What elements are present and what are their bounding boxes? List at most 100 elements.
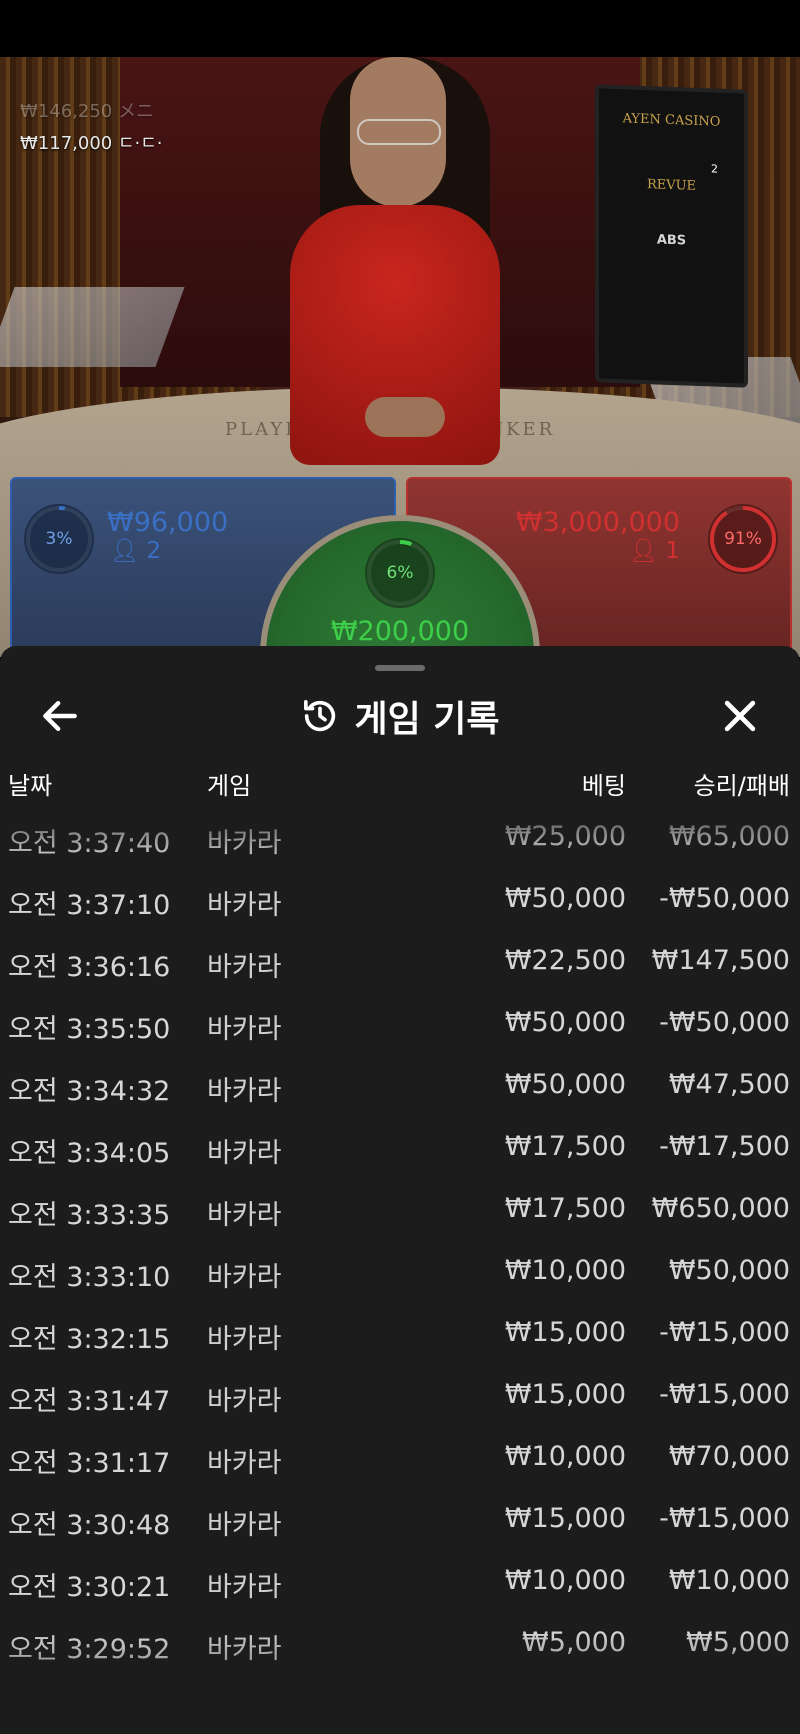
dealer-hands [365, 397, 445, 437]
tie-bet-amount: ₩200,000 [330, 616, 470, 647]
history-time: 오전 3:31:17 [8, 1448, 171, 1479]
history-time: 오전 3:31:47 [8, 1386, 171, 1417]
history-bet: ₩15,000 [504, 1317, 626, 1348]
sponsor-monitor: AYEN CASINO REVUE ABS 2 [595, 84, 748, 388]
history-time: 오전 3:37:40 [8, 828, 171, 859]
history-time: 오전 3:33:35 [8, 1200, 171, 1231]
player-bet-amount: ₩96,000 [107, 507, 229, 538]
banker-bet-amount: ₩3,000,000 [515, 507, 680, 538]
dealer-glasses [357, 119, 441, 145]
history-row[interactable]: 오전 3:30:48 바카라 ₩15,000 -₩15,000 [0, 1503, 800, 1565]
history-game: 바카라 [207, 1076, 282, 1107]
history-result: ₩650,000 [651, 1193, 790, 1224]
history-row[interactable]: 오전 3:37:40 바카라 ₩25,000 ₩65,000 [0, 821, 800, 883]
history-result: -₩50,000 [659, 883, 790, 914]
game-history-sheet: 게임 기록 날짜 게임 베팅 승리/패배 오전 3:37:40 바카라 ₩25,… [0, 646, 800, 1734]
history-row[interactable]: 오전 3:31:47 바카라 ₩15,000 -₩15,000 [0, 1379, 800, 1441]
history-result: ₩50,000 [668, 1255, 790, 1286]
history-game: 바카라 [207, 1324, 282, 1355]
history-bet: ₩25,000 [504, 821, 626, 852]
history-result: ₩5,000 [686, 1627, 790, 1658]
history-result: -₩15,000 [659, 1317, 790, 1348]
history-game: 바카라 [207, 828, 282, 859]
history-row[interactable]: 오전 3:34:05 바카라 ₩17,500 -₩17,500 [0, 1131, 800, 1193]
history-bet: ₩5,000 [522, 1627, 626, 1658]
history-time: 오전 3:33:10 [8, 1262, 171, 1293]
history-game: 바카라 [207, 1138, 282, 1169]
tie-percent-ring: 6% [365, 538, 435, 608]
banker-percent-ring: 91% [708, 504, 778, 574]
overlay-text-faded: ₩146,250 メニ [20, 101, 154, 122]
history-row[interactable]: 오전 3:31:17 바카라 ₩10,000 ₩70,000 [0, 1441, 800, 1503]
history-time: 오전 3:32:15 [8, 1324, 171, 1355]
history-result: -₩15,000 [659, 1503, 790, 1534]
tie-percent: 6% [386, 563, 414, 583]
history-game: 바카라 [207, 1572, 282, 1603]
history-time: 오전 3:30:21 [8, 1572, 171, 1603]
history-row[interactable]: 오전 3:37:10 바카라 ₩50,000 -₩50,000 [0, 883, 800, 945]
user-icon: 👤︎ [628, 538, 659, 564]
history-row[interactable]: 오전 3:33:10 바카라 ₩10,000 ₩50,000 [0, 1255, 800, 1317]
history-row[interactable]: 오전 3:33:35 바카라 ₩17,500 ₩650,000 [0, 1193, 800, 1255]
history-game: 바카라 [207, 952, 282, 983]
column-header-date[interactable]: 날짜 [8, 766, 52, 801]
column-header-result[interactable]: 승리/패배 [694, 766, 790, 801]
player-percent: 3% [45, 529, 73, 549]
history-bet: ₩50,000 [504, 1007, 626, 1038]
user-icon: 👤︎ [110, 538, 140, 564]
history-bet: ₩22,500 [504, 945, 626, 976]
monitor-logo: ABS [656, 232, 687, 249]
history-time: 오전 3:34:32 [8, 1076, 171, 1107]
history-bet: ₩10,000 [504, 1255, 626, 1286]
history-row[interactable]: 오전 3:34:32 바카라 ₩50,000 ₩47,500 [0, 1069, 800, 1131]
history-icon [300, 696, 340, 736]
sheet-header: 게임 기록 [0, 688, 800, 744]
history-bet: ₩50,000 [504, 883, 626, 914]
history-time: 오전 3:29:52 [8, 1634, 171, 1665]
history-time: 오전 3:35:50 [8, 1014, 171, 1045]
history-result: -₩15,000 [659, 1379, 790, 1410]
history-row[interactable]: 오전 3:36:16 바카라 ₩22,500 ₩147,500 [0, 945, 800, 1007]
column-header-bet[interactable]: 베팅 [582, 766, 626, 801]
history-bet: ₩15,000 [504, 1503, 626, 1534]
history-row[interactable]: 오전 3:32:15 바카라 ₩15,000 -₩15,000 [0, 1317, 800, 1379]
history-result: ₩70,000 [668, 1441, 790, 1472]
history-result: -₩50,000 [659, 1007, 790, 1038]
history-time: 오전 3:37:10 [8, 890, 171, 921]
history-time: 오전 3:34:05 [8, 1138, 171, 1169]
player-bettor-count: 👤︎ 2 [110, 538, 162, 564]
table-header: 날짜 게임 베팅 승리/패배 [0, 766, 800, 816]
history-row[interactable]: 오전 3:35:50 바카라 ₩50,000 -₩50,000 [0, 1007, 800, 1069]
page-title: 게임 기록 [354, 699, 500, 740]
status-bar [0, 0, 800, 57]
history-row[interactable]: 오전 3:30:21 바카라 ₩10,000 ₩10,000 [0, 1565, 800, 1627]
close-icon[interactable] [718, 694, 762, 738]
history-game: 바카라 [207, 1634, 282, 1665]
history-result: ₩47,500 [668, 1069, 790, 1100]
sheet-drag-handle[interactable] [375, 665, 425, 671]
history-game: 바카라 [207, 1448, 282, 1479]
history-time: 오전 3:30:48 [8, 1510, 171, 1541]
history-result: ₩10,000 [668, 1565, 790, 1596]
history-game: 바카라 [207, 890, 282, 921]
history-result: ₩65,000 [668, 821, 790, 852]
banker-bettor-count: 👤︎ 1 [628, 538, 680, 564]
card-shoe [0, 287, 185, 367]
monitor-badge: 2 [711, 162, 718, 176]
player-percent-ring: 3% [24, 504, 94, 574]
history-time: 오전 3:36:16 [8, 952, 171, 983]
history-bet: ₩17,500 [504, 1193, 626, 1224]
history-game: 바카라 [207, 1386, 282, 1417]
history-bet: ₩10,000 [504, 1565, 626, 1596]
history-game: 바카라 [207, 1200, 282, 1231]
column-header-game[interactable]: 게임 [207, 766, 251, 801]
history-result: -₩17,500 [659, 1131, 790, 1162]
history-result: ₩147,500 [651, 945, 790, 976]
history-bet: ₩15,000 [504, 1379, 626, 1410]
history-bet: ₩17,500 [504, 1131, 626, 1162]
balance-overlay: ₩117,000 ㄷ·ㄷ· [20, 133, 163, 154]
history-game: 바카라 [207, 1014, 282, 1045]
history-game: 바카라 [207, 1510, 282, 1541]
history-row[interactable]: 오전 3:29:52 바카라 ₩5,000 ₩5,000 [0, 1627, 800, 1689]
history-bet: ₩10,000 [504, 1441, 626, 1472]
